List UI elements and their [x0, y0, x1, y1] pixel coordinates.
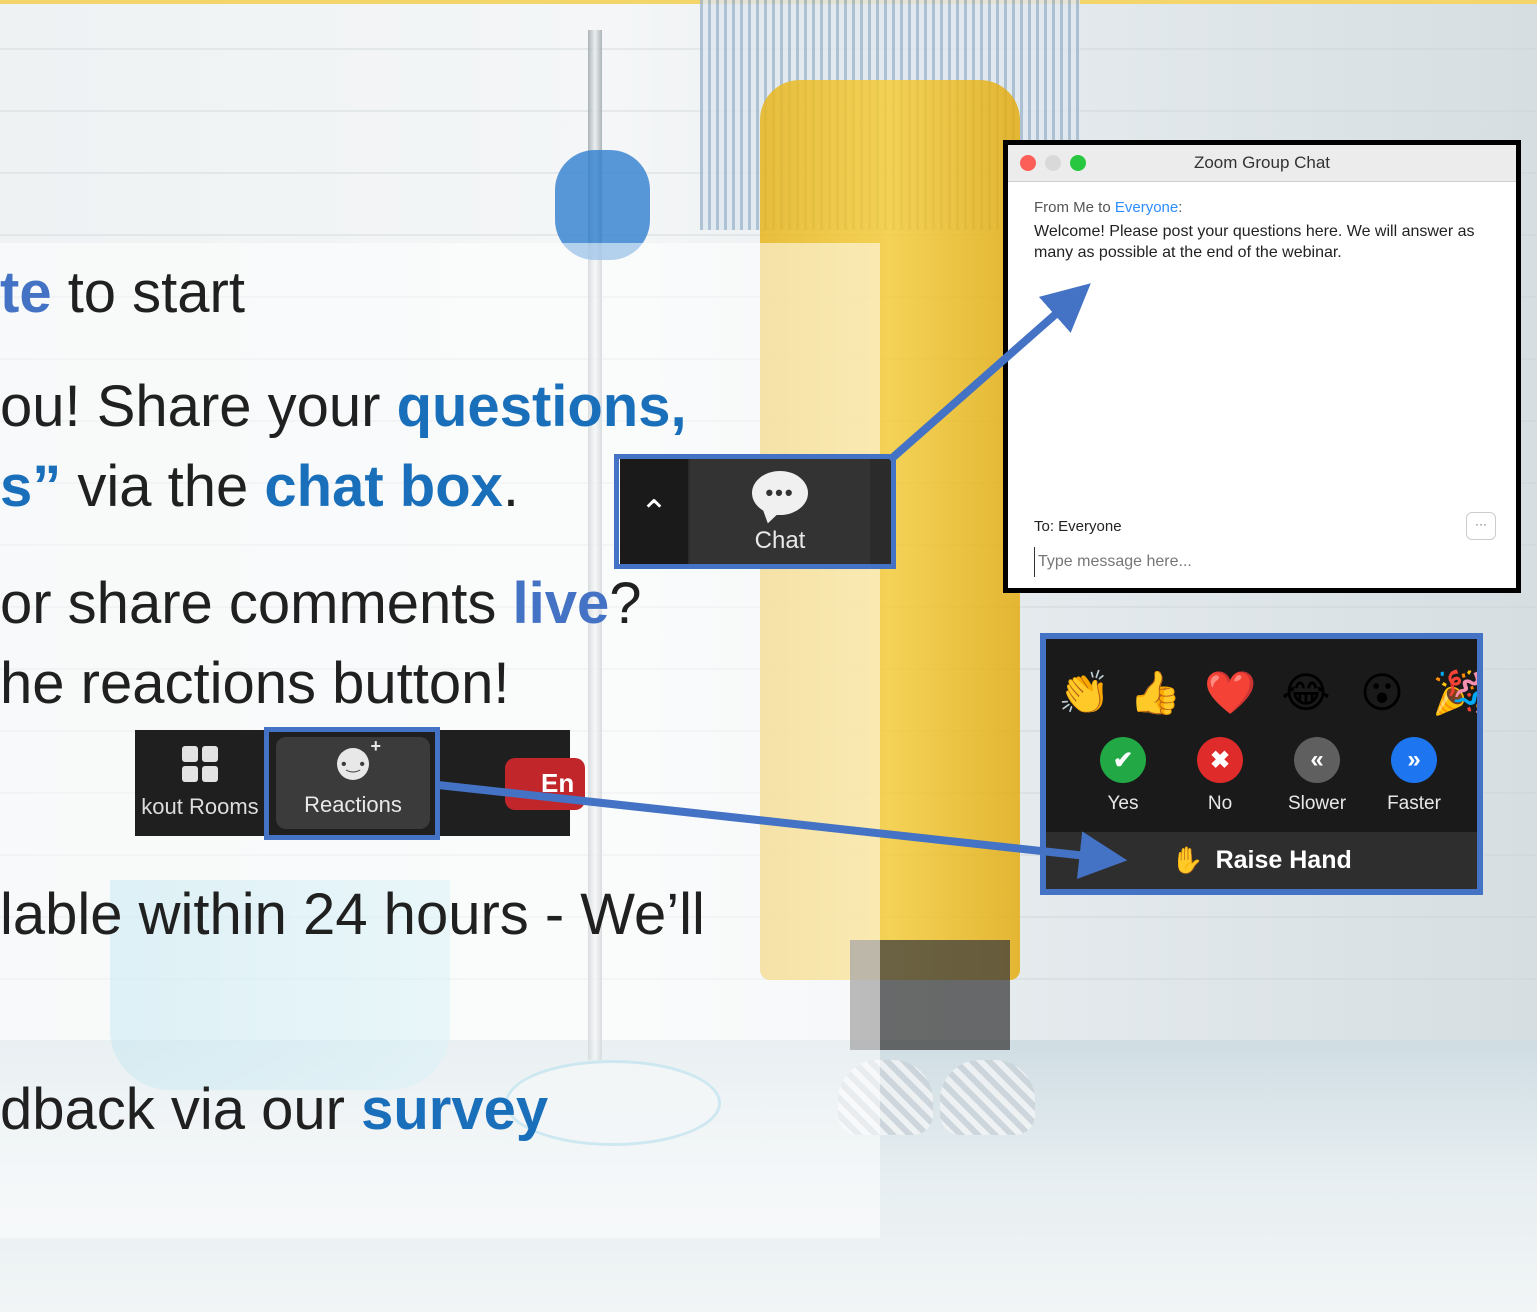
callout-arrows — [437, 283, 1128, 880]
chat-callout-arrow — [887, 283, 1091, 464]
reactions-callout-arrow — [437, 781, 1128, 880]
